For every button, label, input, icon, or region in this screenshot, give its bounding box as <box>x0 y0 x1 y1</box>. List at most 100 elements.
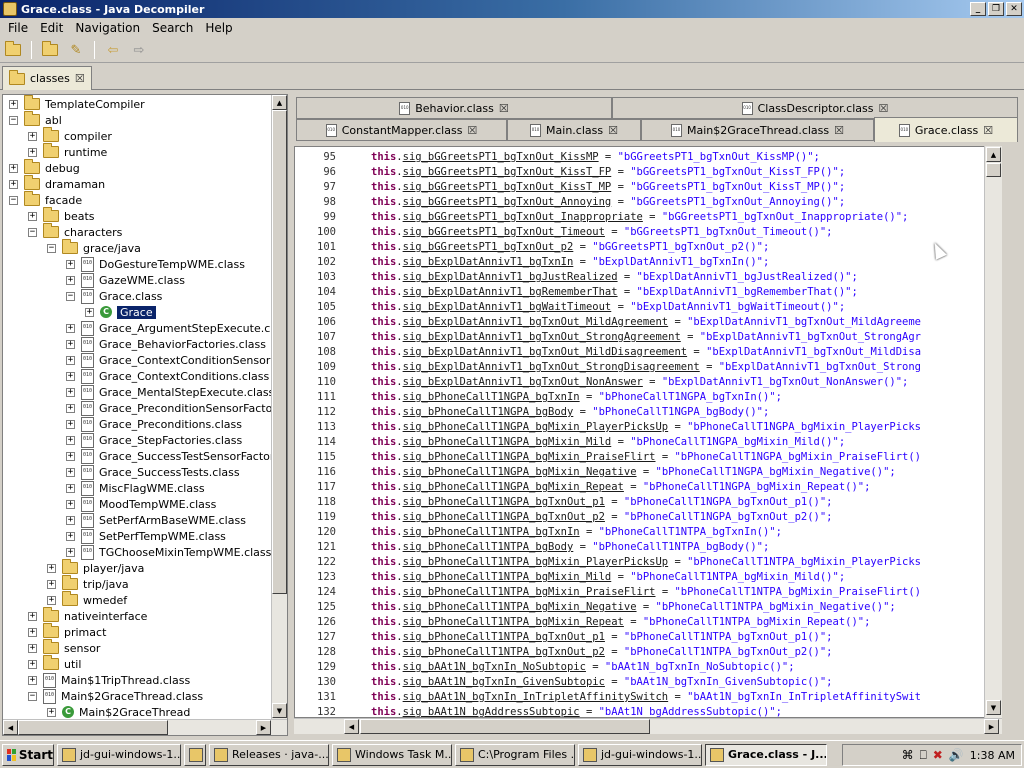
collapse-toggle-icon[interactable]: − <box>28 227 37 237</box>
field-reference[interactable]: sig_bPhoneCallT1NGPA_bgMixin_Mild <box>403 436 612 448</box>
expand-toggle-icon[interactable]: + <box>28 211 37 221</box>
field-reference[interactable]: sig_bAAt1N_bgTxnIn_NoSubtopic <box>403 661 586 673</box>
expand-toggle-icon[interactable]: + <box>9 163 18 173</box>
tree-node[interactable]: + compiler <box>28 127 112 144</box>
field-reference[interactable]: sig_bExplDatAnnivT1_bgTxnOut_StrongAgree… <box>403 331 681 343</box>
code-editor[interactable]: 95 this.sig_bGGreetsPT1_bgTxnOut_KissMP =… <box>294 146 1002 718</box>
tree-node[interactable]: + trip/java <box>47 575 129 592</box>
collapse-toggle-icon[interactable]: − <box>9 115 18 125</box>
collapse-toggle-icon[interactable]: − <box>9 195 18 205</box>
tree-node[interactable]: −010 Grace.class <box>66 288 162 304</box>
tree-node[interactable]: +010 Grace_ContextConditionSensorFac <box>66 352 287 368</box>
field-reference[interactable]: sig_bPhoneCallT1NTPA_bgMixin_Mild <box>403 571 612 583</box>
expand-toggle-icon[interactable]: + <box>85 307 94 317</box>
field-reference[interactable]: sig_bExplDatAnnivT1_bgTxnIn <box>403 256 574 268</box>
collapse-toggle-icon[interactable]: − <box>28 691 37 701</box>
field-reference[interactable]: sig_bPhoneCallT1NGPA_bgBody <box>403 406 574 418</box>
tab-behavior-class[interactable]: 010 Behavior.class ☒ <box>296 97 612 119</box>
taskbar-button[interactable]: Windows Task M... <box>332 743 452 766</box>
expand-toggle-icon[interactable]: + <box>28 643 37 653</box>
tab-main-class[interactable]: 010 Main.class ☒ <box>507 119 641 141</box>
field-reference[interactable]: sig_bGGreetsPT1_bgTxnOut_KissT_MP <box>403 181 612 193</box>
field-reference[interactable]: sig_bPhoneCallT1NTPA_bgMixin_PraiseFlirt <box>403 586 656 598</box>
tray-icon[interactable]: ⌘ <box>902 748 914 762</box>
minimize-button[interactable]: _ <box>970 2 986 16</box>
tree-node[interactable]: − facade <box>9 191 82 208</box>
taskbar-button[interactable]: Releases · java-... <box>209 743 329 766</box>
menu-navigation[interactable]: Navigation <box>69 21 146 35</box>
scroll-thumb[interactable] <box>272 110 287 594</box>
scroll-down-button[interactable]: ▼ <box>986 700 1001 715</box>
code-vertical-scrollbar[interactable]: ▲ ▼ <box>984 146 1002 718</box>
code-horizontal-scrollbar[interactable]: ◀ ▶ <box>294 718 1002 734</box>
field-reference[interactable]: sig_bAAt1N_bgTxnIn_GivenSubtopic <box>403 676 605 688</box>
open-file-button[interactable] <box>2 40 24 60</box>
tree-node[interactable]: + beats <box>28 207 95 224</box>
expand-toggle-icon[interactable]: + <box>28 611 37 621</box>
scroll-right-button[interactable]: ▶ <box>984 719 999 734</box>
tree-horizontal-scrollbar[interactable]: ◀ ▶ <box>3 719 287 735</box>
collapse-toggle-icon[interactable]: − <box>66 291 75 301</box>
close-icon[interactable]: ☒ <box>467 124 477 137</box>
tab-constantmapper-class[interactable]: 010 ConstantMapper.class ☒ <box>296 119 507 141</box>
expand-toggle-icon[interactable]: + <box>28 147 37 157</box>
expand-toggle-icon[interactable]: + <box>66 275 75 285</box>
scroll-left-button[interactable]: ◀ <box>3 720 18 735</box>
expand-toggle-icon[interactable]: + <box>66 499 75 509</box>
close-button[interactable]: ✕ <box>1006 2 1022 16</box>
tab-grace-class[interactable]: 010 Grace.class ☒ <box>874 117 1018 142</box>
tree-node[interactable]: +010 GazeWME.class <box>66 272 185 288</box>
menu-help[interactable]: Help <box>199 21 238 35</box>
field-reference[interactable]: sig_bPhoneCallT1NGPA_bgMixin_Negative <box>403 466 637 478</box>
field-reference[interactable]: sig_bPhoneCallT1NGPA_bgMixin_Repeat <box>403 481 624 493</box>
scroll-up-button[interactable]: ▲ <box>272 95 287 110</box>
close-icon[interactable]: ☒ <box>499 102 509 115</box>
field-reference[interactable]: sig_bGGreetsPT1_bgTxnOut_KissMP <box>403 151 599 163</box>
field-reference[interactable]: sig_bAAt1N_bgTxnIn_InTripletAffinitySwit… <box>403 691 669 703</box>
tree-vertical-scrollbar[interactable]: ▲ ▼ <box>271 95 287 719</box>
tree-node[interactable]: − characters <box>28 223 122 240</box>
tree-node[interactable]: + debug <box>9 159 80 176</box>
field-reference[interactable]: sig_bExplDatAnnivT1_bgWaitTimeout <box>403 301 612 313</box>
field-reference[interactable]: sig_bAAt1N_bgAddressSubtopic <box>403 706 580 717</box>
tree-node[interactable]: + player/java <box>47 559 144 576</box>
tree-node[interactable]: +010 MiscFlagWME.class <box>66 480 205 496</box>
expand-toggle-icon[interactable]: + <box>28 627 37 637</box>
file-tab-classes[interactable]: classes ☒ <box>2 66 92 90</box>
tree-node[interactable]: +010 Grace_MentalStepExecute.class <box>66 384 274 400</box>
expand-toggle-icon[interactable]: + <box>28 131 37 141</box>
expand-toggle-icon[interactable]: + <box>47 579 56 589</box>
tree-node[interactable]: +010 Grace_ContextConditions.class <box>66 368 269 384</box>
tree-node[interactable]: + sensor <box>28 639 100 656</box>
scroll-thumb[interactable] <box>360 719 650 734</box>
expand-toggle-icon[interactable]: + <box>28 675 37 685</box>
scroll-right-button[interactable]: ▶ <box>256 720 271 735</box>
tree-node[interactable]: + C Grace <box>85 304 156 320</box>
expand-toggle-icon[interactable]: + <box>47 707 56 717</box>
field-reference[interactable]: sig_bPhoneCallT1NTPA_bgBody <box>403 541 574 553</box>
expand-toggle-icon[interactable]: + <box>66 323 75 333</box>
tree-node[interactable]: +010 Grace_SuccessTestSensorFactories <box>66 448 287 464</box>
field-reference[interactable]: sig_bPhoneCallT1NTPA_bgTxnIn <box>403 526 580 538</box>
menu-file[interactable]: File <box>2 21 34 35</box>
field-reference[interactable]: sig_bExplDatAnnivT1_bgTxnOut_NonAnswer <box>403 376 643 388</box>
taskbar-button[interactable]: Grace.class - J... <box>705 743 827 766</box>
volume-icon[interactable]: 🔊 <box>949 748 964 762</box>
close-icon[interactable]: ☒ <box>75 72 85 85</box>
expand-toggle-icon[interactable]: + <box>47 595 56 605</box>
field-reference[interactable]: sig_bExplDatAnnivT1_bgTxnOut_StrongDisag… <box>403 361 700 373</box>
back-button[interactable]: ⇦ <box>102 40 124 60</box>
field-reference[interactable]: sig_bGGreetsPT1_bgTxnOut_Annoying <box>403 196 612 208</box>
expand-toggle-icon[interactable]: + <box>9 99 18 109</box>
scroll-thumb[interactable] <box>986 163 1001 177</box>
field-reference[interactable]: sig_bPhoneCallT1NGPA_bgTxnOut_p2 <box>403 511 605 523</box>
tree-node[interactable]: +010 Grace_BehaviorFactories.class <box>66 336 266 352</box>
tree-node[interactable]: + C Main$2GraceThread <box>47 704 190 720</box>
menu-edit[interactable]: Edit <box>34 21 69 35</box>
tree-node[interactable]: −010 Main$2GraceThread.class <box>28 688 203 704</box>
scroll-up-button[interactable]: ▲ <box>986 147 1001 162</box>
expand-toggle-icon[interactable]: + <box>66 467 75 477</box>
scroll-down-button[interactable]: ▼ <box>272 703 287 718</box>
expand-toggle-icon[interactable]: + <box>66 403 75 413</box>
field-reference[interactable]: sig_bExplDatAnnivT1_bgTxnOut_MildAgreeme… <box>403 316 669 328</box>
